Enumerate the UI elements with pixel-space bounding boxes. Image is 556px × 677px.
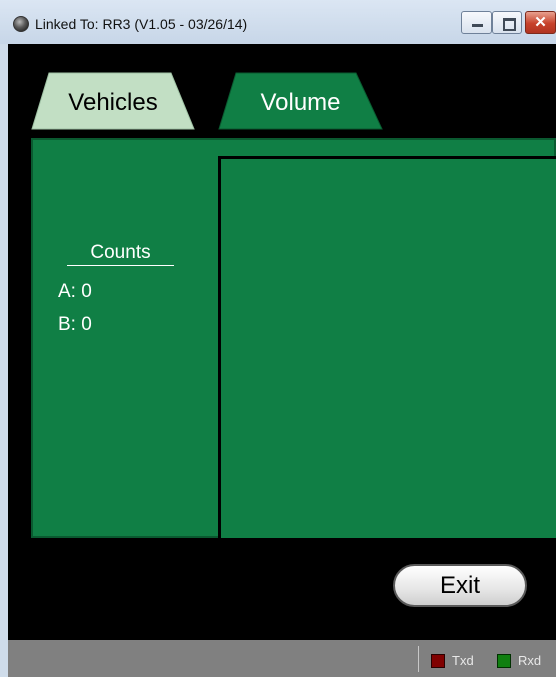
tab-vehicles[interactable]: Vehicles	[31, 72, 195, 130]
app-window: Linked To: RR3 (V1.05 - 03/26/14) ✕ Vehi…	[0, 0, 556, 677]
tab-vehicles-label: Vehicles	[68, 89, 158, 116]
tab-volume[interactable]: Volume	[218, 72, 383, 130]
txd-indicator-icon	[431, 654, 445, 668]
status-bar: Txd Rxd	[8, 640, 556, 677]
close-button[interactable]: ✕	[525, 11, 556, 34]
minimize-button[interactable]	[461, 11, 492, 34]
maximize-icon	[503, 18, 516, 31]
count-b-value: B: 0	[58, 314, 92, 335]
rxd-label: Rxd	[518, 653, 542, 668]
client-area: Vehicles Volume Counts A: 0 B: 0 Exit	[8, 44, 556, 640]
txd-label: Txd	[452, 653, 474, 668]
rxd-indicator-icon	[497, 654, 511, 668]
minimize-icon	[472, 24, 483, 27]
status-separator	[418, 646, 419, 672]
title-bar[interactable]: Linked To: RR3 (V1.05 - 03/26/14) ✕	[0, 0, 556, 44]
count-a-value: A: 0	[58, 281, 92, 302]
maximize-button[interactable]	[492, 11, 522, 34]
counts-heading: Counts	[67, 241, 174, 266]
exit-button[interactable]: Exit	[393, 564, 527, 607]
close-icon: ✕	[534, 14, 547, 31]
globe-icon[interactable]	[13, 16, 29, 32]
volume-display-area	[218, 156, 556, 538]
window-title: Linked To: RR3 (V1.05 - 03/26/14)	[35, 16, 248, 32]
tab-volume-label: Volume	[260, 89, 341, 116]
